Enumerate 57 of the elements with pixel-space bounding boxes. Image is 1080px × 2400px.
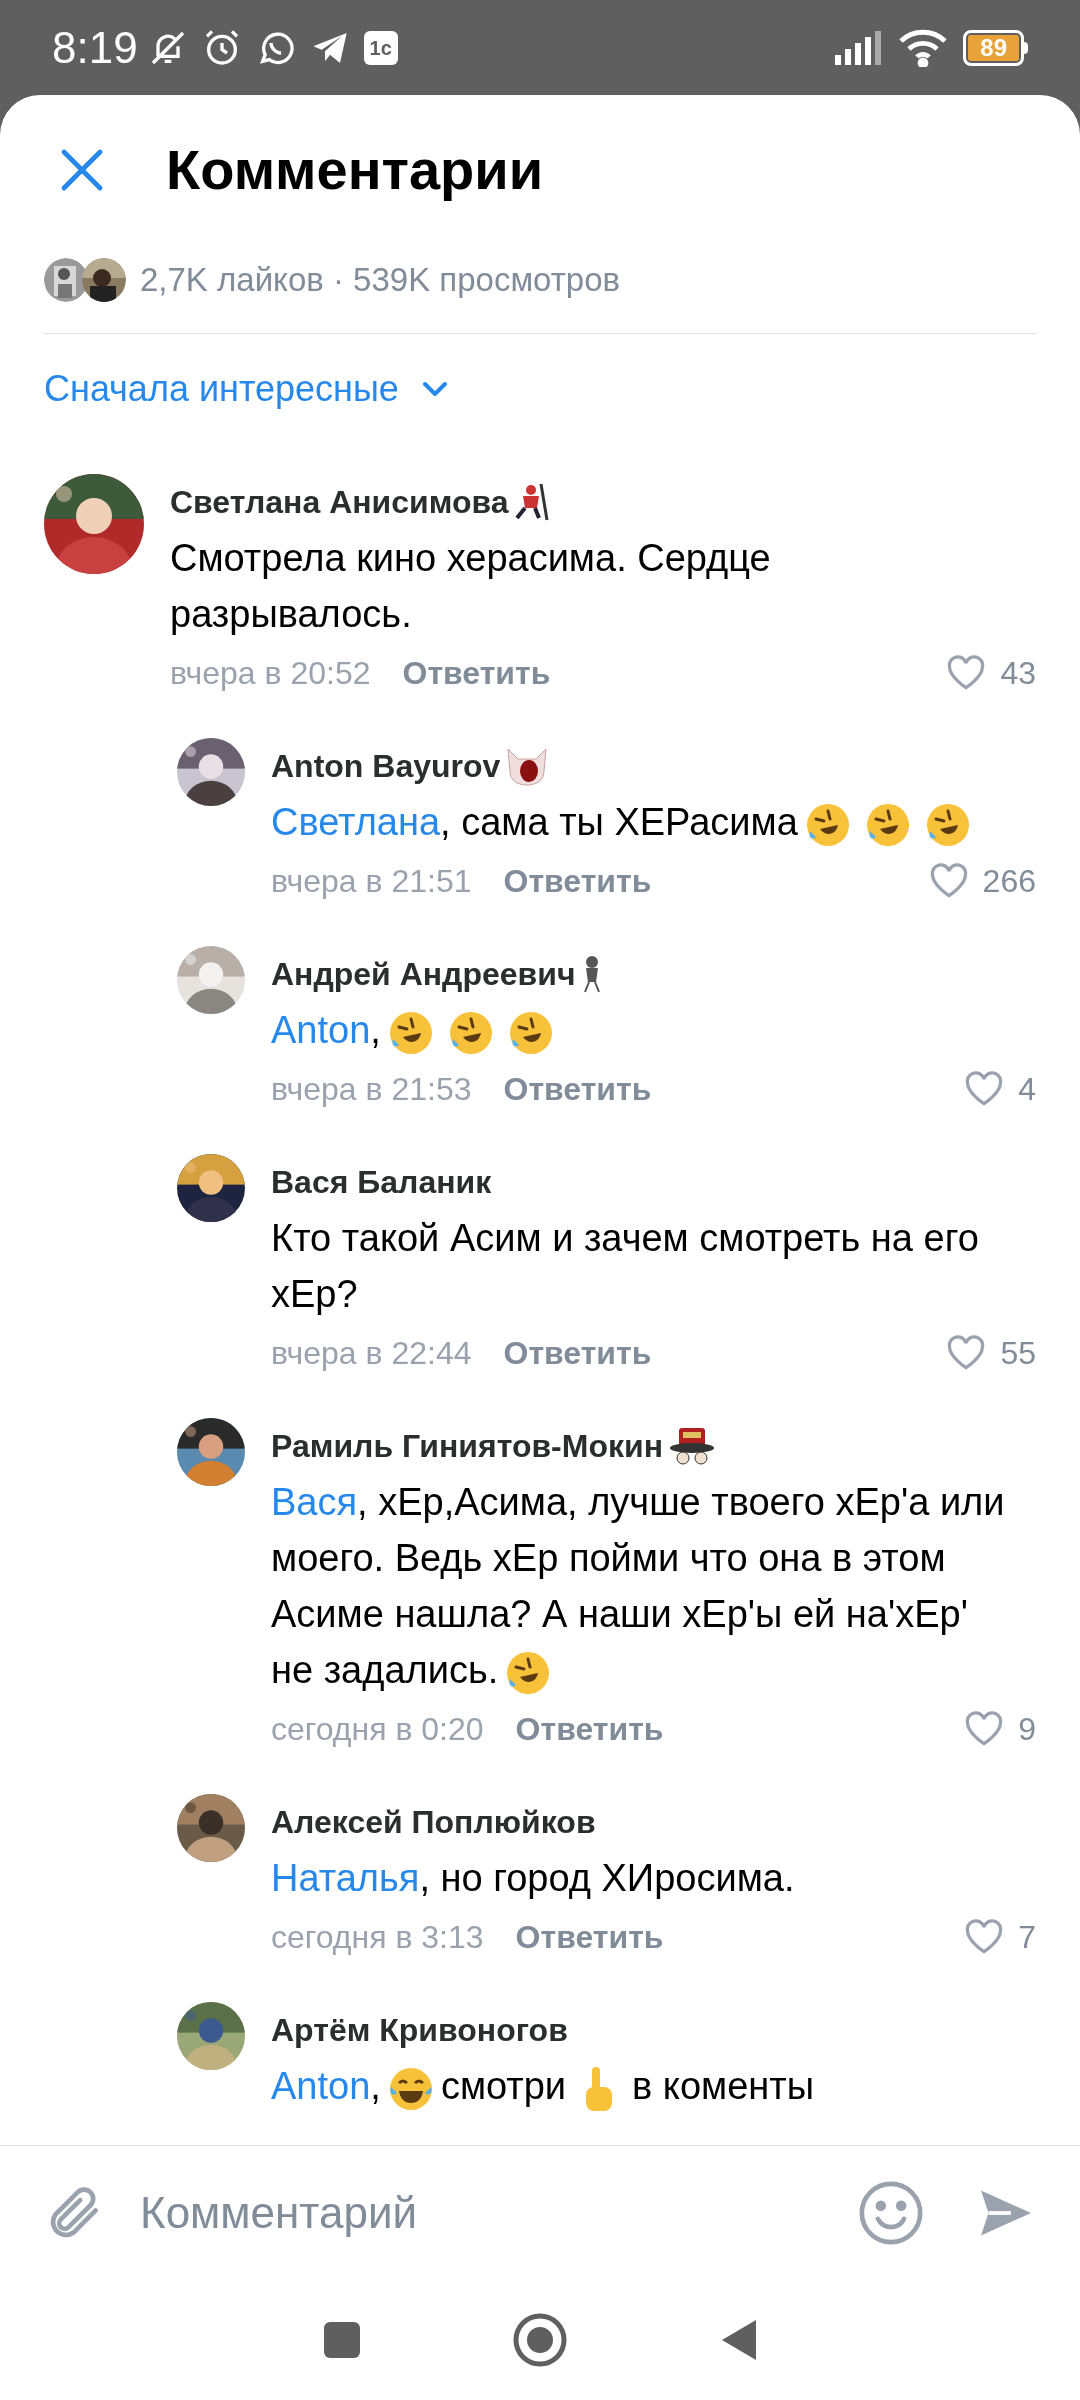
comment-time: вчера в 22:44 [271,1334,472,1373]
sheet-title: Комментарии [166,137,544,203]
pointing-hand-icon [586,2066,613,2111]
mention-link[interactable]: Anton [271,2065,371,2107]
reply-link[interactable]: Ответить [515,1705,664,1753]
comment-text: Смотрела кино херасима. Сердце разрывалось. [170,536,772,637]
comment-time: вчера в 21:51 [271,862,472,901]
like-count: 7 [1018,1918,1036,1957]
reply-link[interactable]: Ответить [503,1065,652,1113]
comment-time: сегодня в 3:13 [271,1918,484,1957]
mention-link[interactable]: Наталья [271,1857,420,1899]
mention-link[interactable]: Anton [271,1009,371,1051]
heart-icon[interactable] [946,655,987,691]
author-name[interactable]: Андрей Андреевич [271,950,576,998]
comment-text: Светлана, сама ты ХЕРасима [271,794,1036,850]
author-name[interactable]: Anton Bayurov [271,742,501,790]
comment-time: вчера в 21:53 [271,1070,472,1109]
author-name[interactable]: Алексей Поплюйков [271,1798,596,1846]
hat-sticker [667,1426,717,1466]
reply-link[interactable]: Ответить [515,1913,664,1961]
like-count: 9 [1018,1710,1036,1749]
signal-icon [835,30,884,65]
comment-time: вчера в 20:52 [170,654,371,693]
heart-icon[interactable] [964,1711,1005,1747]
heart-icon[interactable] [964,1919,1005,1955]
author-name[interactable]: Артём Кривоногов [271,2006,568,2054]
like-count: 4 [1018,1070,1036,1109]
comment-text: Кто такой Асим и зачем смотреть на его хЕр? [271,1216,980,1317]
mention-link[interactable]: Вася [271,1481,358,1523]
stats-text: 2,7K лайков · 539K просмотров [140,260,621,301]
like-count: 266 [982,862,1036,901]
comment-text: Наталья, но город ХИросима. [271,1856,796,1901]
like-count: 43 [1000,654,1036,693]
like-count: 55 [1000,1334,1036,1373]
reply-link[interactable]: Ответить [402,649,551,697]
mention-link[interactable]: Светлана [271,801,441,843]
recents-button[interactable] [322,2320,362,2360]
heart-icon[interactable] [946,1335,987,1371]
battery-level: 89 [968,34,1019,61]
comment-input[interactable]: Комментарий [140,2180,856,2246]
reply-link[interactable]: Ответить [503,1329,652,1377]
home-button[interactable] [512,2312,568,2368]
app-badge: 1с [363,30,398,65]
reply-link[interactable]: Ответить [503,857,652,905]
comment-text: Вася, хЕр,Асима, лучше твоего хЕр'а или моего. Ведь хЕр пойми что она в этом Асиме нашла? А наши хЕр'ы ей на'хЕр' не задались. [271,1474,1036,1698]
wifi-icon [899,28,948,67]
author-name[interactable]: Светлана Анисимова [170,478,509,526]
comment-text: Anton, [271,1002,1036,1058]
chevron-down-icon [420,380,449,398]
status-time: 8:19 [52,21,138,74]
heart-icon[interactable] [928,863,969,899]
author-name[interactable]: Рамиль Гиниятов-Мокин [271,1422,663,1470]
comment-time: сегодня в 0:20 [271,1710,484,1749]
heart-icon[interactable] [964,1071,1005,1107]
sort-dropdown[interactable]: Сначала интересные [44,362,449,416]
author-name[interactable]: Вася Баланик [271,1158,492,1206]
comment-text: Anton, смотри в коменты [271,2058,1036,2114]
